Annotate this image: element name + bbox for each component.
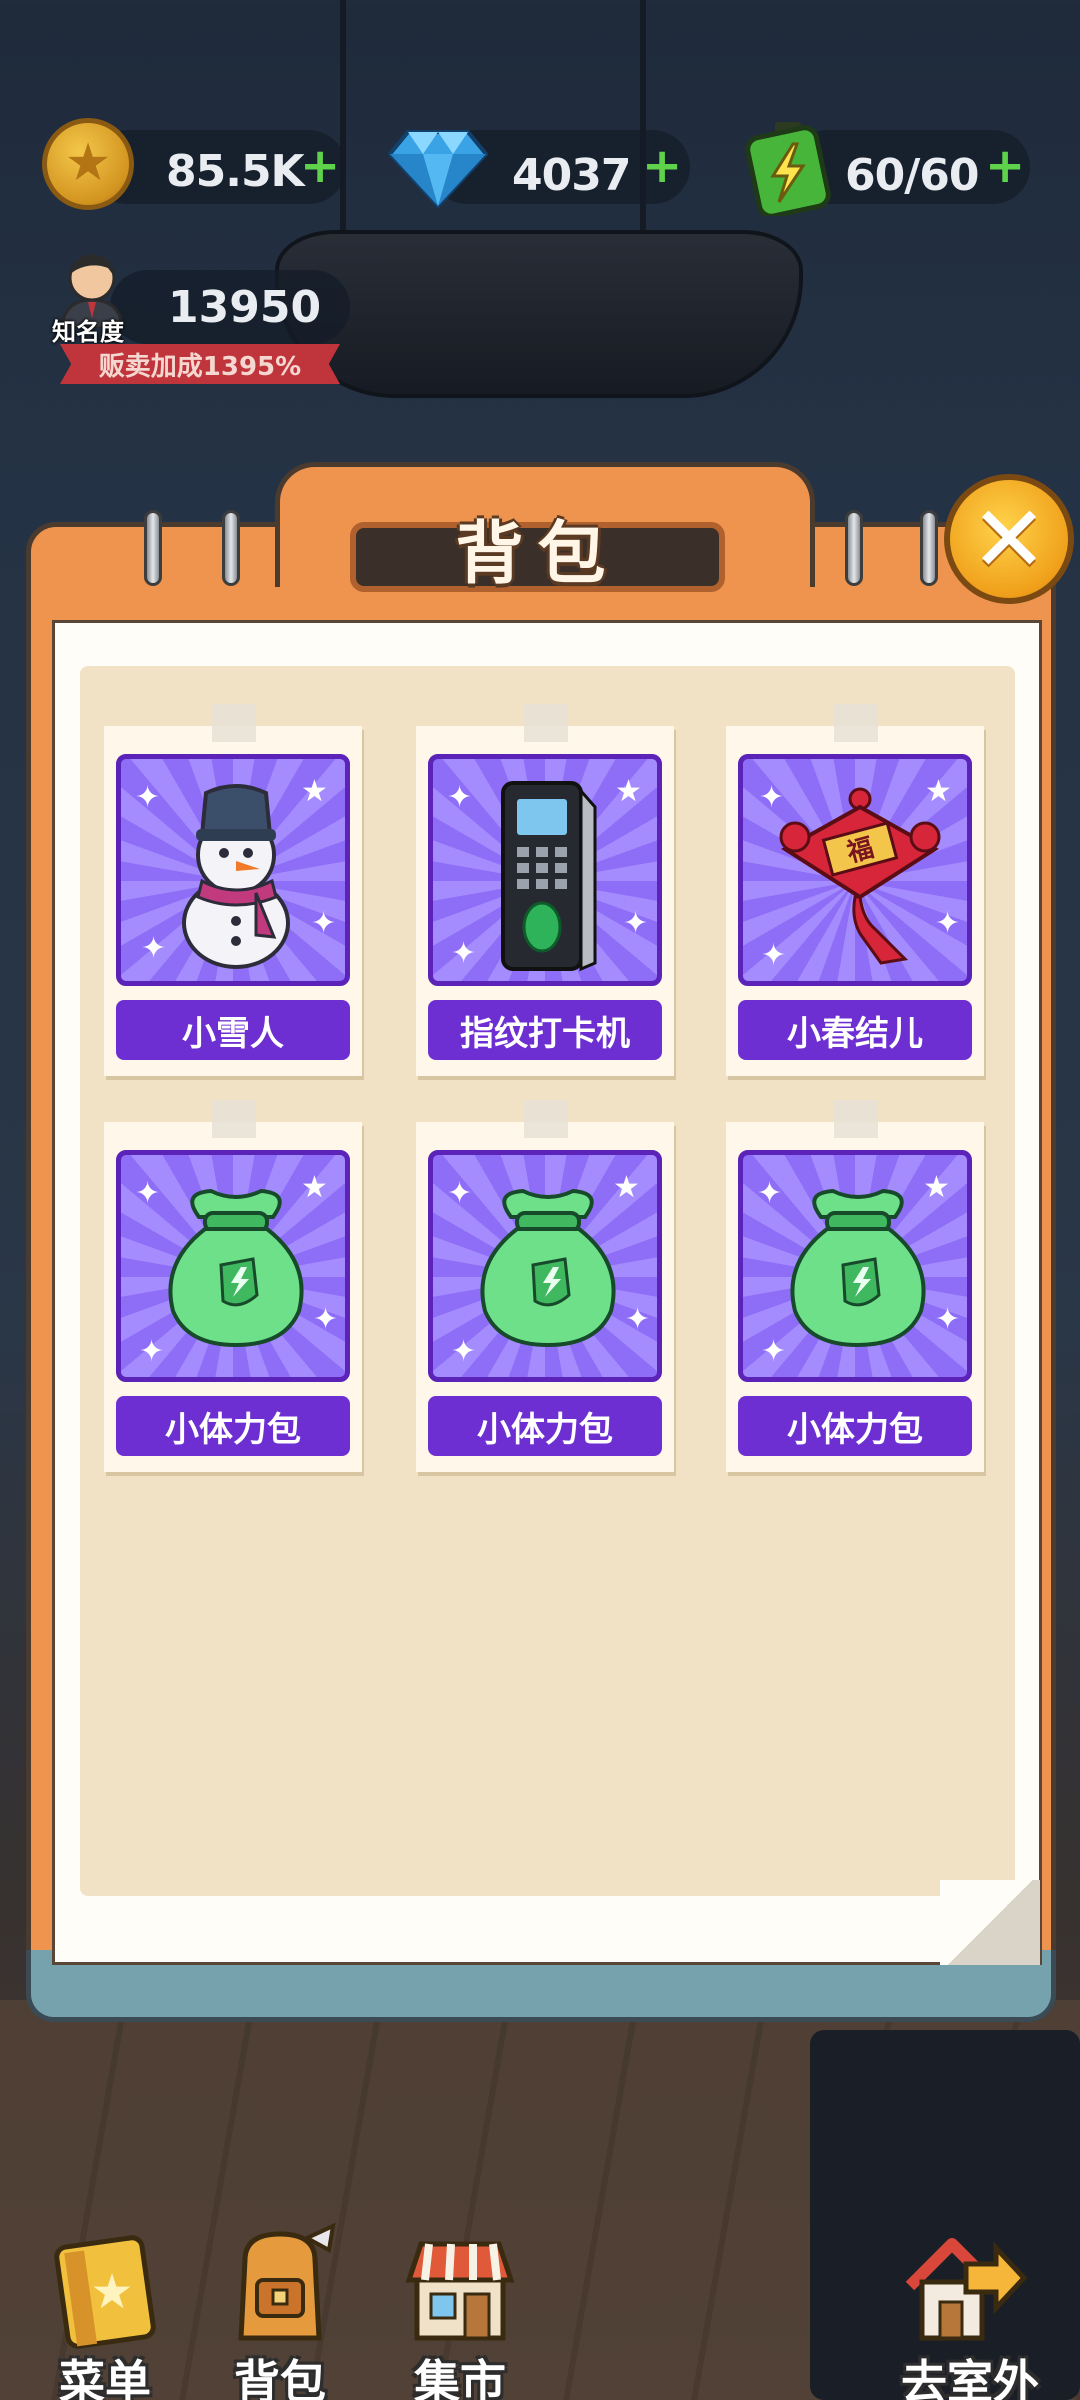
close-button[interactable]: ✕ [944, 474, 1074, 604]
item-art: ✦ ★ ✦ ✦ [116, 1150, 350, 1382]
binder-ring [920, 510, 938, 586]
item-name: 小春结儿 [738, 1000, 972, 1060]
backpack-icon [238, 2222, 336, 2341]
gem-value: 4037 [512, 150, 631, 201]
tape [834, 1100, 878, 1138]
nav-market-button[interactable]: 集市 [385, 2220, 535, 2400]
item-name: 小体力包 [738, 1396, 972, 1456]
nav-market-label: 集市 [414, 2355, 506, 2400]
tape [212, 1100, 256, 1138]
nav-go-outdoor-button[interactable]: 去室外 [880, 2220, 1060, 2400]
energy-pack-icon [480, 1188, 616, 1348]
item-art: ✦ ★ ✦ ✦ 福 [738, 754, 972, 986]
add-gems-button[interactable]: + [642, 142, 682, 190]
item-name: 小雪人 [116, 1000, 350, 1060]
menu-book-icon: ★ [54, 2235, 156, 2349]
binder-ring [845, 510, 863, 586]
sales-bonus-badge: 贩卖加成1395% [60, 344, 340, 384]
market-stall-icon [405, 2241, 515, 2341]
nav-menu-button[interactable]: ★ 菜单 [30, 2220, 180, 2400]
tape [524, 704, 568, 742]
add-energy-button[interactable]: + [985, 142, 1025, 190]
item-art: ✦ ★ ✦ ✦ [428, 1150, 662, 1382]
item-card-fingerprint-scanner[interactable]: ✦ ★ ✦ ✦ 指纹打卡机 [416, 704, 674, 1076]
go-outside-house-icon [905, 2238, 1028, 2341]
fame-value: 13950 [168, 282, 322, 333]
binder-ring [222, 510, 240, 586]
tape [524, 1100, 568, 1138]
chinese-knot-icon: 福 [779, 787, 941, 965]
dialog-title: 背包 [455, 515, 620, 594]
item-name: 小体力包 [116, 1396, 350, 1456]
add-coins-button[interactable]: + [300, 142, 340, 190]
tape [834, 704, 878, 742]
item-art: ✦ ★ ✦ ✦ [428, 754, 662, 986]
item-card-energy-pack[interactable]: ✦ ★ ✦ ✦ 小体力包 [726, 1100, 984, 1472]
item-art: ✦ ★ ✦ ✦ [738, 1150, 972, 1382]
nav-go-outdoor-label: 去室外 [901, 2355, 1039, 2400]
diamond-icon [388, 130, 488, 208]
item-card-energy-pack[interactable]: ✦ ★ ✦ ✦ 小体力包 [416, 1100, 674, 1472]
nav-menu-label: 菜单 [59, 2355, 151, 2400]
item-name: 小体力包 [428, 1396, 662, 1456]
item-art: ✦ ★ ✦ ✦ [116, 754, 350, 986]
item-card-energy-pack[interactable]: ✦ ★ ✦ ✦ 小体力包 [104, 1100, 362, 1472]
energy-pack-icon [790, 1188, 926, 1348]
nav-backpack-label: 背包 [234, 2355, 326, 2400]
item-card-snowman[interactable]: ✦ ★ ✦ ✦ 小雪人 [104, 704, 362, 1076]
tape [212, 704, 256, 742]
battery-icon [745, 122, 831, 216]
nav-backpack-button[interactable]: 背包 [205, 2220, 355, 2400]
coin-icon [42, 118, 134, 210]
energy-pack-icon [168, 1188, 304, 1348]
snowman-icon [182, 784, 290, 969]
page-curl [940, 1880, 1040, 1965]
binder-ring [144, 510, 162, 586]
item-name: 指纹打卡机 [428, 1000, 662, 1060]
item-card-chinese-knot[interactable]: ✦ ★ ✦ ✦ 福 小春结儿 [726, 704, 984, 1076]
coin-value: 85.5K [166, 146, 305, 197]
energy-value: 60/60 [845, 150, 980, 201]
fingerprint-scanner-icon [501, 781, 597, 972]
fame-label: 知名度 [52, 318, 124, 346]
svg-text:★: ★ [90, 2264, 133, 2320]
